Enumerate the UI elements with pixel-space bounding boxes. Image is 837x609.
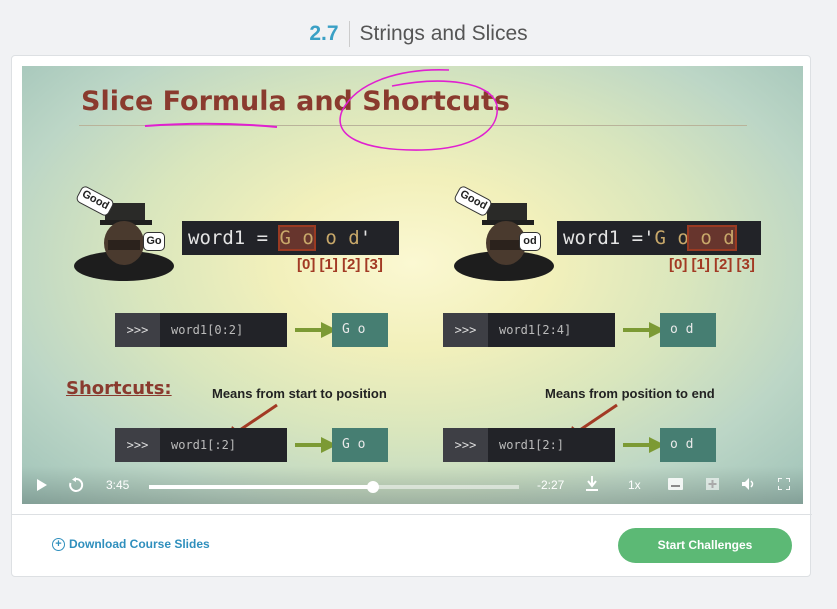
char-o-right: o [677, 227, 689, 249]
indices-right: [0] [1] [2] [3] [669, 256, 755, 273]
code-word-right: word1 ='G o o d [557, 221, 761, 255]
start-challenges-button[interactable]: Start Challenges [618, 528, 792, 563]
download-slides-link[interactable]: + Download Course Slides [52, 537, 210, 551]
char-d: d [348, 227, 360, 249]
remaining-time: -2:27 [537, 478, 565, 492]
result-box-1: G o [332, 313, 388, 347]
speed-control[interactable]: 1x [628, 478, 641, 492]
card-divider [12, 514, 812, 515]
volume-icon[interactable] [742, 478, 756, 490]
video-player[interactable]: Slice Formula and Shortcuts Good Go word… [22, 66, 803, 504]
lesson-card: Slice Formula and Shortcuts Good Go word… [11, 55, 812, 577]
code-row-2: >>> word1[2:4] [443, 313, 615, 347]
download-icon[interactable] [585, 476, 599, 492]
plus-circle-icon: + [52, 537, 65, 551]
char-g-right: G [654, 227, 666, 249]
add-icon[interactable] [706, 478, 719, 490]
code-left-prefix: word1 = [188, 227, 280, 249]
indices-left: [0] [1] [2] [3] [297, 256, 383, 273]
replay-icon[interactable] [68, 477, 84, 493]
char-o2: o [325, 227, 337, 249]
progress-fill [149, 485, 373, 489]
prompt-symbol: >>> [115, 313, 160, 347]
code-row-3: >>> word1[:2] [115, 428, 287, 462]
code-right-prefix: word1 =' [563, 227, 655, 249]
elapsed-time: 3:45 [106, 478, 130, 492]
code-row-1: >>> word1[0:2] [115, 313, 287, 347]
prompt-symbol: >>> [115, 428, 160, 462]
code-word-left: word1 = G o o d' [182, 221, 399, 255]
code-row-4: >>> word1[2:] [443, 428, 615, 462]
lesson-number: 2.7 [309, 22, 339, 45]
progress-thumb[interactable] [366, 481, 379, 493]
lesson-header: 2.7 Strings and Slices [0, 19, 837, 49]
code-text: word1[2:] [488, 428, 615, 462]
code-text: word1[:2] [160, 428, 287, 462]
result-box-2: o d [660, 313, 716, 347]
code-text: word1[2:4] [488, 313, 615, 347]
shortcuts-label: Shortcuts: [66, 378, 172, 399]
play-icon[interactable] [36, 479, 48, 491]
result-box-3: G o [332, 428, 388, 462]
speech-bubble-left: Go [143, 232, 165, 251]
note-right: Means from position to end [545, 386, 715, 401]
char-o: o [302, 227, 314, 249]
prompt-symbol: >>> [443, 313, 488, 347]
char-g: G [279, 227, 291, 249]
prompt-symbol: >>> [443, 428, 488, 462]
download-label: Download Course Slides [69, 537, 210, 551]
note-left: Means from start to position [212, 386, 387, 401]
char-quote: ' [359, 227, 372, 249]
fullscreen-icon[interactable] [778, 478, 790, 490]
code-left-highlight: G o [277, 225, 316, 251]
result-box-4: o d [660, 428, 716, 462]
code-text: word1[0:2] [160, 313, 287, 347]
lesson-title: Strings and Slices [359, 22, 528, 45]
header-divider [348, 21, 350, 48]
char-d-right: d [723, 227, 735, 249]
progress-track[interactable] [149, 481, 519, 493]
speech-bubble-right: od [519, 232, 541, 251]
captions-icon[interactable] [668, 478, 683, 490]
player-controls: 3:45 -2:27 1x [22, 466, 803, 504]
char-o2-right: o [700, 227, 712, 249]
